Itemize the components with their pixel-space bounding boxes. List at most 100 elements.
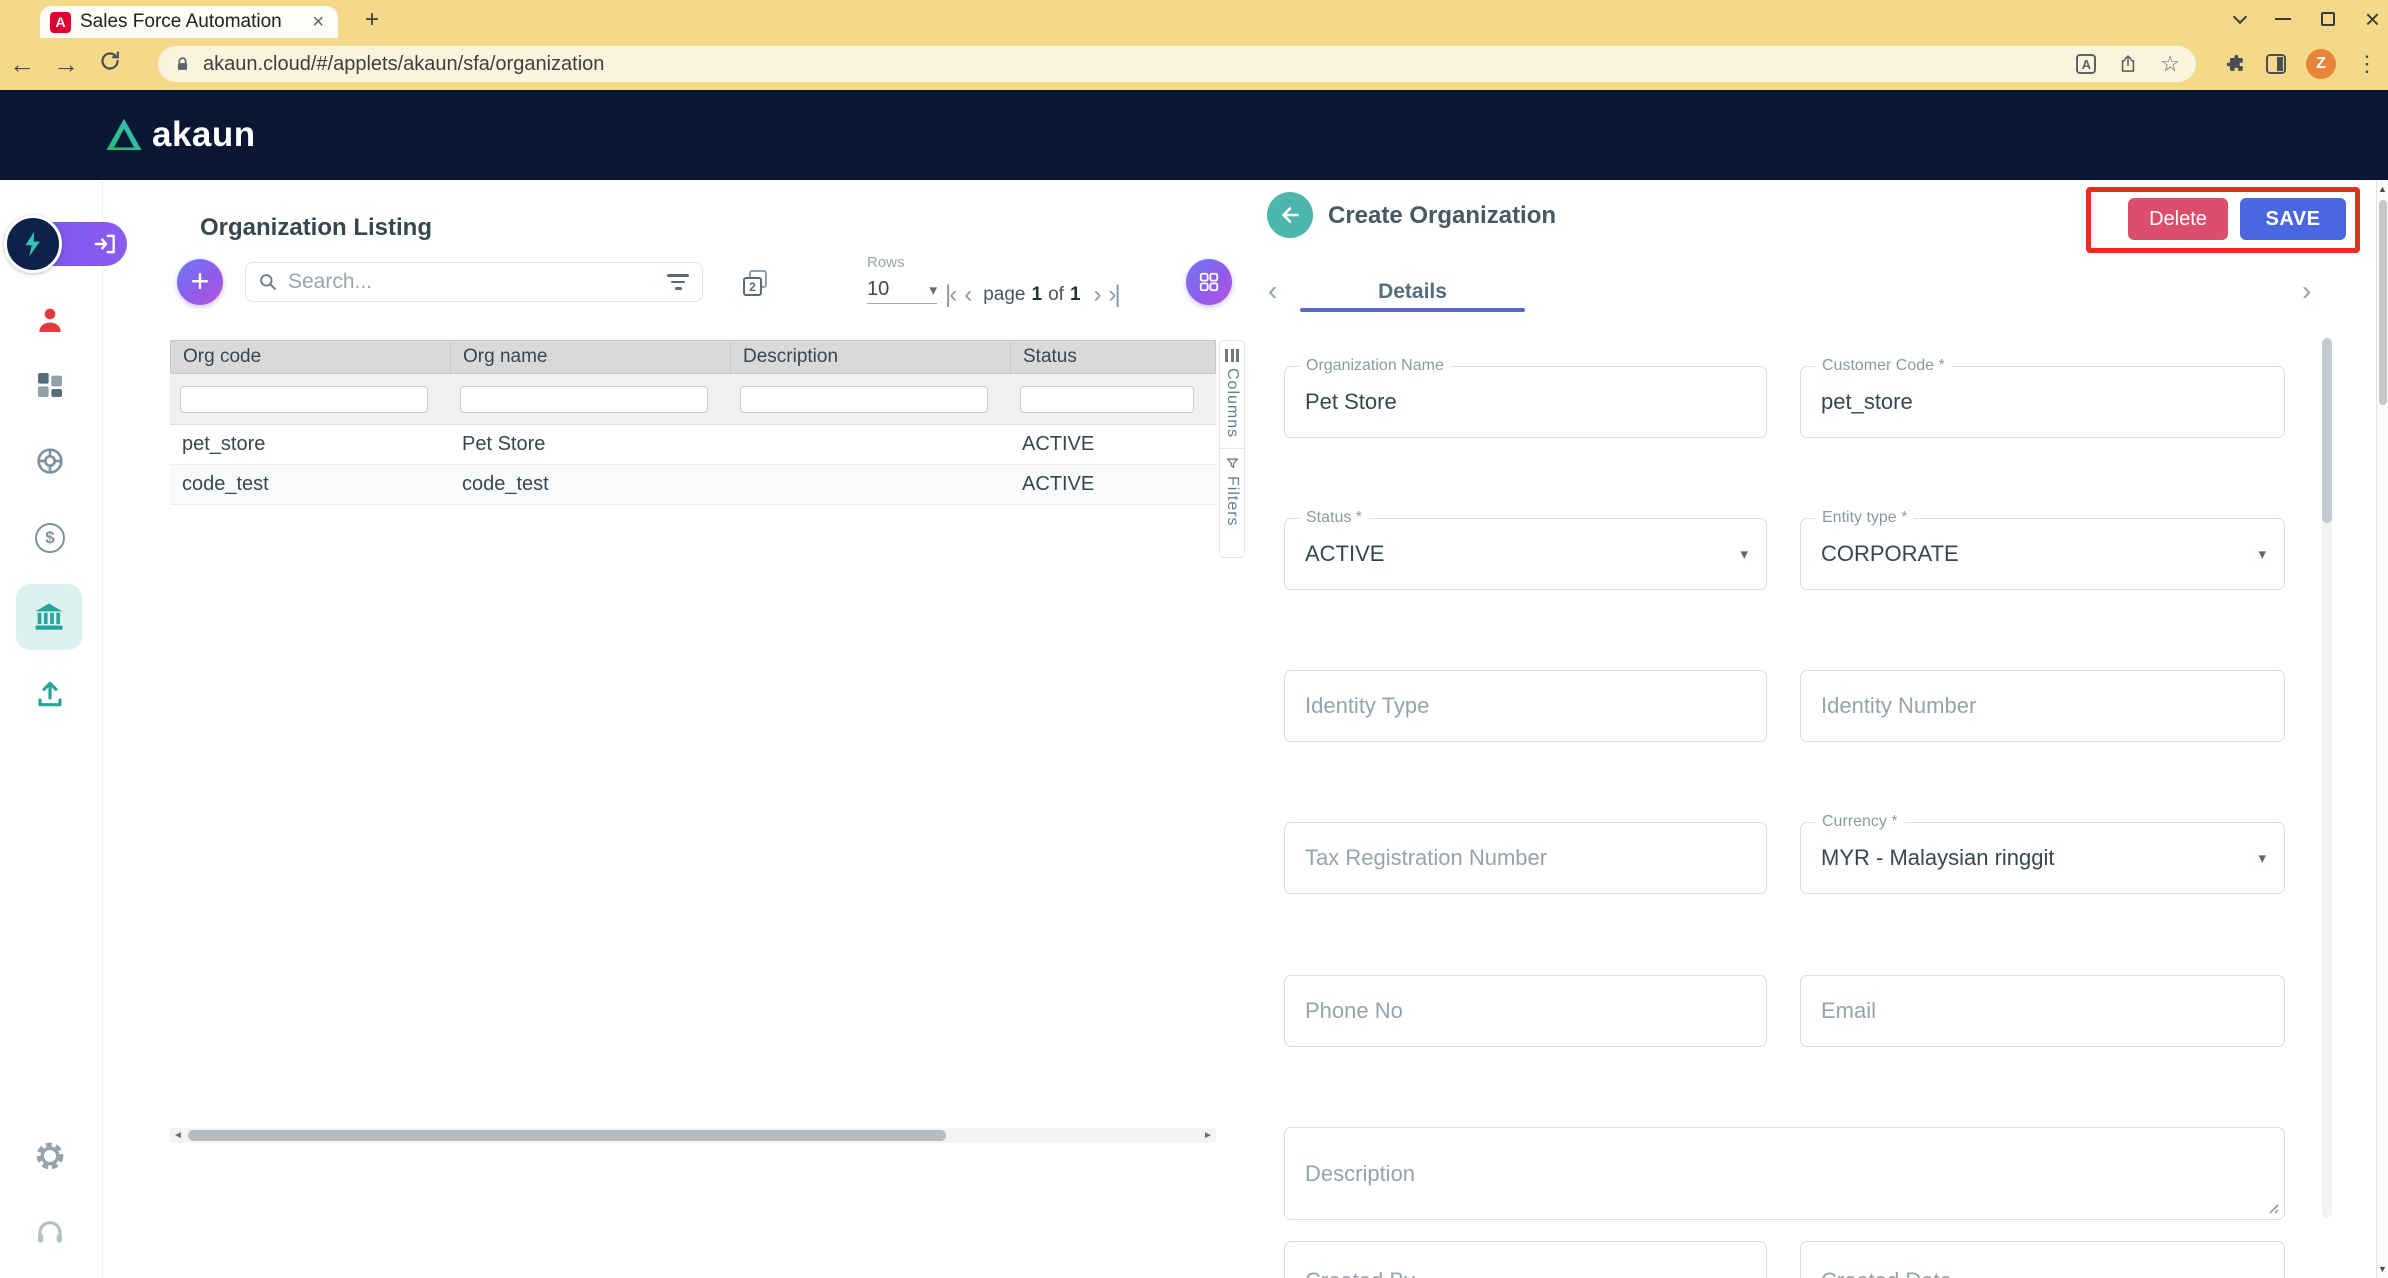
organization-name-field[interactable]: Organization Name Pet Store bbox=[1284, 366, 1767, 438]
column-header-org-code[interactable]: Org code bbox=[171, 341, 451, 373]
refresh-icon[interactable] bbox=[88, 49, 132, 80]
form-scrollbar-thumb[interactable] bbox=[2322, 338, 2332, 523]
filter-list-icon[interactable] bbox=[666, 274, 690, 289]
horizontal-scrollbar[interactable]: ◄ ► bbox=[170, 1128, 1216, 1143]
search-field[interactable] bbox=[245, 262, 703, 302]
browser-tab[interactable]: A Sales Force Automation × bbox=[40, 6, 338, 38]
back-button[interactable] bbox=[1267, 192, 1313, 238]
arrow-left-icon bbox=[1278, 203, 1302, 227]
column-header-org-name[interactable]: Org name bbox=[451, 341, 731, 373]
customer-code-field[interactable]: Customer Code * pet_store bbox=[1800, 366, 2285, 438]
brand-logo[interactable]: akaun bbox=[104, 115, 256, 155]
upload-icon bbox=[34, 678, 66, 710]
of-word: of bbox=[1048, 284, 1064, 306]
share-icon[interactable] bbox=[2118, 54, 2138, 74]
dollar-icon: $ bbox=[35, 523, 65, 553]
table-filter-row bbox=[170, 374, 1216, 425]
table-row[interactable]: code_test code_test ACTIVE bbox=[170, 465, 1216, 505]
sidebar-item-upload[interactable] bbox=[0, 678, 100, 710]
search-input[interactable] bbox=[288, 270, 656, 294]
browser-profile-avatar[interactable]: Z bbox=[2306, 49, 2336, 79]
side-panel-icon[interactable] bbox=[2266, 54, 2286, 74]
next-page-button[interactable]: › bbox=[1094, 283, 1100, 307]
page-scrollbar-thumb[interactable] bbox=[2379, 200, 2387, 405]
tab-close-icon[interactable]: × bbox=[308, 11, 328, 34]
scroll-left-icon[interactable]: ◄ bbox=[170, 1130, 186, 1141]
bookmark-star-icon[interactable]: ☆ bbox=[2160, 51, 2180, 77]
page-scrollbar[interactable]: ▲ ▼ bbox=[2376, 180, 2388, 1278]
column-header-status[interactable]: Status bbox=[1011, 341, 1217, 373]
filter-description-input[interactable] bbox=[740, 386, 988, 413]
sidebar-item-helm[interactable] bbox=[0, 445, 100, 477]
entity-type-select[interactable]: Entity type * CORPORATE ▾ bbox=[1800, 518, 2285, 590]
form-scrollbar[interactable] bbox=[2322, 338, 2332, 1218]
pagination: |‹ ‹ page 1 of 1 › ›| bbox=[945, 278, 1119, 312]
previous-page-button[interactable]: ‹ bbox=[964, 283, 970, 307]
forward-icon[interactable]: → bbox=[44, 49, 88, 80]
hscroll-thumb[interactable] bbox=[188, 1130, 946, 1141]
sidebar-item-organization-active[interactable] bbox=[16, 584, 82, 650]
filter-org-code-input[interactable] bbox=[180, 386, 428, 413]
sidebar-item-support[interactable] bbox=[0, 1216, 100, 1248]
active-applet-icon[interactable] bbox=[4, 215, 62, 273]
gear-icon bbox=[34, 1140, 66, 1172]
window-close-icon[interactable]: × bbox=[2365, 6, 2380, 32]
tab-search-icon[interactable] bbox=[2233, 10, 2247, 24]
tax-registration-number-field[interactable]: Tax Registration Number bbox=[1284, 822, 1767, 894]
created-date-field[interactable]: Created Date bbox=[1800, 1241, 2285, 1278]
first-page-button[interactable]: |‹ bbox=[945, 283, 955, 307]
description-field[interactable]: Description bbox=[1284, 1127, 2285, 1220]
current-page-number: 1 bbox=[1032, 284, 1043, 306]
save-button[interactable]: SAVE bbox=[2240, 198, 2346, 240]
sidebar-item-finance[interactable]: $ bbox=[0, 523, 100, 553]
brand-name: akaun bbox=[152, 115, 256, 155]
delete-button[interactable]: Delete bbox=[2128, 198, 2228, 240]
duplicate-view-icon[interactable]: 2 bbox=[743, 270, 769, 296]
phone-no-field[interactable]: Phone No bbox=[1284, 975, 1767, 1047]
extensions-icon[interactable] bbox=[2224, 53, 2246, 75]
identity-number-field[interactable]: Identity Number bbox=[1800, 670, 2285, 742]
filters-toggle[interactable]: Filters bbox=[1223, 476, 1241, 527]
detail-title: Create Organization bbox=[1328, 202, 1556, 230]
currency-select[interactable]: Currency * MYR - Malaysian ringgit ▾ bbox=[1800, 822, 2285, 894]
scroll-up-icon[interactable]: ▲ bbox=[2377, 184, 2388, 194]
identity-type-field[interactable]: Identity Type bbox=[1284, 670, 1767, 742]
grid-view-button[interactable] bbox=[1186, 259, 1232, 305]
filter-org-name-input[interactable] bbox=[460, 386, 708, 413]
url-text[interactable]: akaun.cloud/#/applets/akaun/sfa/organiza… bbox=[203, 53, 2064, 76]
tabs-scroll-right-icon[interactable]: › bbox=[2302, 275, 2311, 307]
sidebar-item-sfa[interactable] bbox=[0, 304, 100, 336]
address-bar[interactable]: akaun.cloud/#/applets/akaun/sfa/organiza… bbox=[158, 46, 2196, 82]
new-tab-button[interactable]: + bbox=[356, 5, 388, 35]
last-page-button[interactable]: ›| bbox=[1109, 283, 1119, 307]
translate-icon[interactable]: A bbox=[2076, 54, 2096, 74]
table-row[interactable]: pet_store Pet Store ACTIVE bbox=[170, 425, 1216, 465]
resize-handle-icon[interactable] bbox=[2265, 1200, 2279, 1214]
columns-toggle[interactable]: Columns bbox=[1223, 368, 1241, 438]
sidebar-item-settings[interactable] bbox=[0, 1140, 100, 1172]
column-header-description[interactable]: Description bbox=[731, 341, 1011, 373]
minimize-icon[interactable] bbox=[2275, 18, 2291, 20]
created-by-field[interactable]: Created By bbox=[1284, 1241, 1767, 1278]
listing-title: Organization Listing bbox=[200, 214, 432, 242]
add-organization-button[interactable]: + bbox=[177, 259, 223, 305]
rows-value: 10 bbox=[867, 278, 889, 301]
rows-label: Rows bbox=[867, 254, 905, 271]
email-field[interactable]: Email bbox=[1800, 975, 2285, 1047]
browser-window: A Sales Force Automation × + × ← → akaun… bbox=[0, 0, 2388, 1278]
tab-favicon-icon: A bbox=[50, 12, 71, 33]
scroll-right-icon[interactable]: ► bbox=[1200, 1130, 1216, 1141]
tab-details[interactable]: Details bbox=[1300, 271, 1525, 312]
sidebar-item-dashboard[interactable] bbox=[0, 369, 100, 401]
scroll-down-icon[interactable]: ▼ bbox=[2377, 1264, 2388, 1274]
filter-status-input[interactable] bbox=[1020, 386, 1194, 413]
status-select[interactable]: Status * ACTIVE ▾ bbox=[1284, 518, 1767, 590]
tabs-scroll-left-icon[interactable]: ‹ bbox=[1268, 275, 1277, 307]
active-tab-indicator bbox=[1300, 308, 1525, 312]
total-pages-number: 1 bbox=[1070, 284, 1081, 306]
browser-menu-icon[interactable]: ⋮ bbox=[2356, 51, 2378, 77]
rows-per-page-select[interactable]: 10 ▾ bbox=[867, 276, 937, 304]
maximize-icon[interactable] bbox=[2321, 12, 2335, 26]
back-icon[interactable]: ← bbox=[0, 49, 44, 80]
search-icon bbox=[258, 272, 278, 292]
